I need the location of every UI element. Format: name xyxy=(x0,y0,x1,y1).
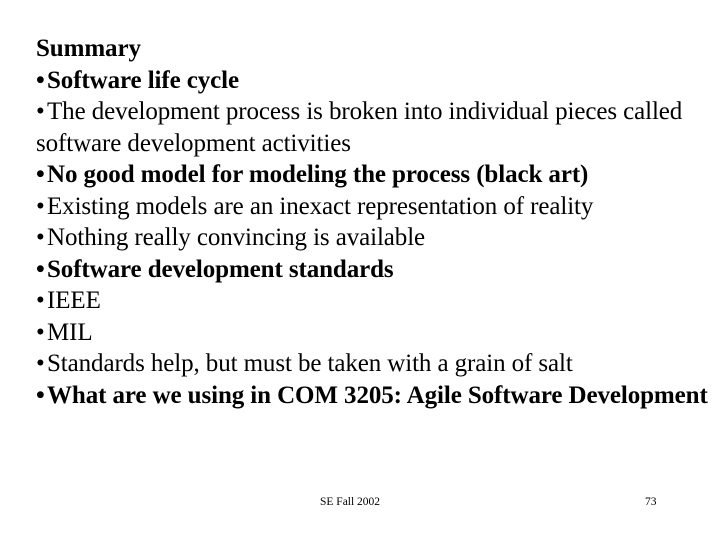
slide-title: Summary xyxy=(36,33,712,65)
bullet-line-text: software development activities xyxy=(36,129,351,157)
bullet-line: •Standards help, but must be taken with … xyxy=(36,348,712,380)
bullet-line: •IEEE xyxy=(36,285,712,317)
bullet-line: •Existing models are an inexact represen… xyxy=(36,191,712,223)
bullet-line-text: The development process is broken into i… xyxy=(47,98,683,125)
bullet-icon: • xyxy=(36,318,45,346)
bullet-icon: • xyxy=(36,287,45,314)
slide-title-text: Summary xyxy=(36,35,141,62)
bullet-line-text: No good model for modeling the process (… xyxy=(47,161,589,188)
bullet-icon: • xyxy=(36,192,45,220)
bullet-line-text: Software development standards xyxy=(47,255,394,283)
bullet-icon: • xyxy=(36,381,45,409)
bullet-icon: • xyxy=(36,255,45,283)
bullet-icon: • xyxy=(36,161,45,188)
bullet-line-text: Software life cycle xyxy=(47,66,239,94)
bullet-line: •What are we using in COM 3205: Agile So… xyxy=(36,380,712,412)
footer-page-number: 73 xyxy=(645,496,657,508)
bullet-icon: • xyxy=(36,224,45,251)
bullet-line: •Nothing really convincing is available xyxy=(36,222,712,254)
bullet-line: •No good model for modeling the process … xyxy=(36,159,712,191)
slide-body-text: Summary •Software life cycle •The developm… xyxy=(36,33,712,411)
bullet-line: •The development process is broken into … xyxy=(36,96,712,128)
bullet-line: •Software development standards xyxy=(36,254,712,286)
bullet-icon: • xyxy=(36,66,45,94)
bullet-line-text: IEEE xyxy=(47,287,101,314)
bullet-icon: • xyxy=(36,350,45,377)
bullet-line: software development activities xyxy=(36,128,712,160)
bullet-icon: • xyxy=(36,98,45,125)
slide-canvas: Summary •Software life cycle •The developm… xyxy=(0,0,720,540)
bullet-line-text: What are we using in COM 3205: Agile Sof… xyxy=(47,381,708,409)
bullet-line-text: Nothing really convincing is available xyxy=(47,224,426,251)
footer-course-label: SE Fall 2002 xyxy=(320,496,381,508)
bullet-line: •MIL xyxy=(36,317,712,349)
bullet-line-text: MIL xyxy=(47,318,93,346)
bullet-line-text: Existing models are an inexact represent… xyxy=(47,192,594,220)
bullet-line: •Software life cycle xyxy=(36,65,712,97)
bullet-line-text: Standards help, but must be taken with a… xyxy=(47,350,573,377)
